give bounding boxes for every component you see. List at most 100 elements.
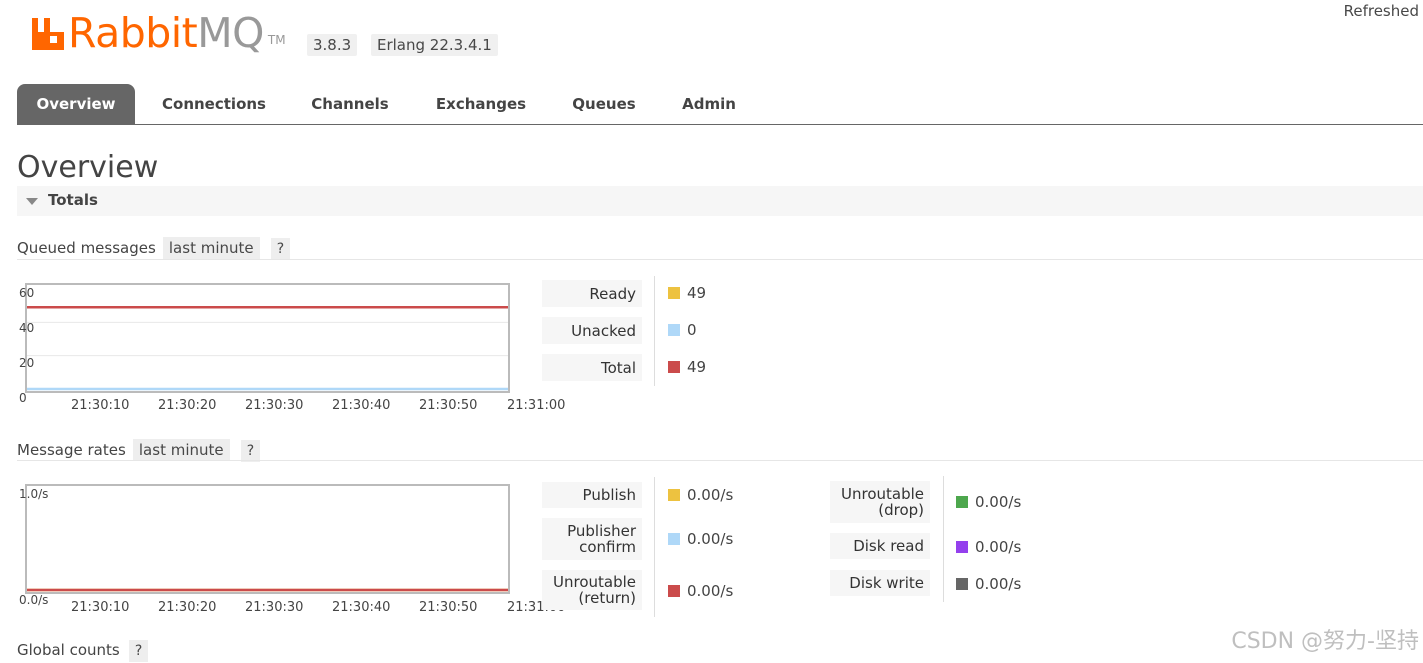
logo-text-mq: MQ — [197, 9, 264, 57]
legend-label-publisher-confirm: Publisher confirm — [542, 518, 642, 560]
total-count: 49 — [687, 358, 707, 376]
legend-value-disk-write: 0.00/s — [956, 575, 1021, 593]
unroutable-drop-label-2: (drop) — [878, 501, 924, 519]
logo-trademark: TM — [267, 33, 286, 47]
total-swatch — [668, 361, 680, 373]
queued-chart-svg — [27, 306, 508, 391]
queued-help-button[interactable]: ? — [270, 238, 291, 260]
queued-messages-label: Queued messages — [17, 239, 156, 257]
y-tick-label: 1.0/s — [19, 487, 49, 501]
x-tick-label: 21:30:20 — [158, 398, 217, 413]
queued-range-selector[interactable]: last minute — [162, 237, 260, 259]
legend-value-publish: 0.00/s — [668, 486, 733, 504]
tab-admin[interactable]: Admin — [665, 84, 753, 124]
queued-messages-chart — [25, 283, 510, 393]
x-tick-label: 21:30:10 — [71, 398, 130, 413]
divider — [17, 460, 1423, 461]
legend-value-unacked: 0 — [668, 321, 697, 339]
disk-write-swatch — [956, 578, 968, 590]
tab-overview[interactable]: Overview — [17, 84, 135, 124]
legend-value-unroutable-drop: 0.00/s — [956, 493, 1021, 511]
ready-swatch — [668, 287, 680, 299]
ready-count: 49 — [687, 284, 707, 302]
y-tick-label: 60 — [19, 286, 35, 300]
version-badge: 3.8.3 — [307, 34, 358, 56]
x-tick-label: 21:30:30 — [245, 398, 304, 413]
publisher-confirm-label-1: Publisher — [567, 522, 636, 540]
x-tick-label: 21:30:10 — [71, 600, 130, 615]
unroutable-return-rate: 0.00/s — [687, 582, 734, 600]
disk-read-label: Disk read — [853, 537, 924, 555]
x-tick-label: 21:30:40 — [332, 600, 391, 615]
legend-value-disk-read: 0.00/s — [956, 538, 1021, 556]
publisher-confirm-label-2: confirm — [579, 538, 636, 556]
legend-label-publish: Publish — [542, 482, 642, 508]
publisher-confirm-swatch — [668, 533, 680, 545]
queued-messages-heading: Queued messages last minute ? — [17, 237, 291, 260]
totals-label: Totals — [48, 191, 98, 209]
global-counts-heading: Global counts ? — [17, 640, 149, 662]
watermark: CSDN @努力-坚持 — [1231, 629, 1419, 654]
disk-read-rate: 0.00/s — [975, 538, 1022, 556]
disk-read-swatch — [956, 541, 968, 553]
legend-value-unroutable-return: 0.00/s — [668, 582, 733, 600]
global-counts-label: Global counts — [17, 641, 120, 659]
tab-exchanges[interactable]: Exchanges — [419, 84, 543, 124]
legend-divider — [943, 476, 944, 602]
rates-chart-svg — [27, 588, 508, 592]
publish-label: Publish — [582, 486, 636, 504]
x-tick-label: 21:31:00 — [507, 398, 566, 413]
divider — [17, 259, 1423, 260]
legend-value-publisher-confirm: 0.00/s — [668, 530, 733, 548]
y-tick-label: 0 — [19, 391, 27, 405]
publish-swatch — [668, 489, 680, 501]
unroutable-drop-rate: 0.00/s — [975, 493, 1022, 511]
legend-value-ready: 49 — [668, 284, 706, 302]
disk-write-label: Disk write — [849, 574, 924, 592]
refreshed-status[interactable]: Refreshed — [1344, 2, 1419, 20]
message-rates-label: Message rates — [17, 441, 126, 459]
legend-divider — [654, 477, 655, 617]
unroutable-drop-label-1: Unroutable — [841, 485, 924, 503]
unacked-count: 0 — [687, 321, 697, 339]
x-tick-label: 21:30:30 — [245, 600, 304, 615]
rates-range-selector[interactable]: last minute — [132, 439, 230, 461]
publish-rate: 0.00/s — [687, 486, 734, 504]
y-tick-label: 0.0/s — [19, 593, 49, 607]
tab-queues[interactable]: Queues — [557, 84, 651, 124]
logo: Rabbit MQ TM — [30, 10, 286, 56]
disk-write-rate: 0.00/s — [975, 575, 1022, 593]
message-rates-heading: Message rates last minute ? — [17, 439, 261, 462]
x-tick-label: 21:30:50 — [419, 600, 478, 615]
y-tick-label: 20 — [19, 356, 35, 370]
y-tick-label: 40 — [19, 321, 35, 335]
global-help-button[interactable]: ? — [128, 640, 149, 662]
rates-help-button[interactable]: ? — [240, 440, 261, 462]
unroutable-return-label-1: Unroutable — [553, 573, 636, 591]
rabbit-logo-icon — [30, 14, 66, 52]
erlang-version-badge: Erlang 22.3.4.1 — [371, 34, 498, 56]
x-tick-label: 21:30:40 — [332, 398, 391, 413]
tab-channels[interactable]: Channels — [295, 84, 405, 124]
legend-label-disk-read: Disk read — [830, 533, 930, 559]
legend-divider — [654, 276, 655, 386]
main-nav: Overview Connections Channels Exchanges … — [17, 84, 1423, 125]
message-rates-chart — [25, 484, 510, 594]
legend-label-total: Total — [542, 354, 642, 381]
legend-label-unroutable-drop: Unroutable (drop) — [830, 481, 930, 523]
legend-label-ready: Ready — [542, 280, 642, 307]
publisher-confirm-rate: 0.00/s — [687, 530, 734, 548]
unroutable-return-label-2: (return) — [578, 589, 636, 607]
x-tick-label: 21:30:50 — [419, 398, 478, 413]
legend-label-unacked: Unacked — [542, 317, 642, 344]
collapse-triangle-icon — [26, 198, 38, 205]
legend-label-disk-write: Disk write — [830, 570, 930, 596]
x-tick-label: 21:30:20 — [158, 600, 217, 615]
totals-section-header[interactable]: Totals — [17, 186, 1423, 216]
unroutable-drop-swatch — [956, 496, 968, 508]
logo-text-rabbit: Rabbit — [68, 9, 198, 57]
unroutable-return-swatch — [668, 585, 680, 597]
tab-connections[interactable]: Connections — [147, 84, 281, 124]
legend-label-unroutable-return: Unroutable (return) — [542, 570, 642, 610]
legend-value-total: 49 — [668, 358, 706, 376]
